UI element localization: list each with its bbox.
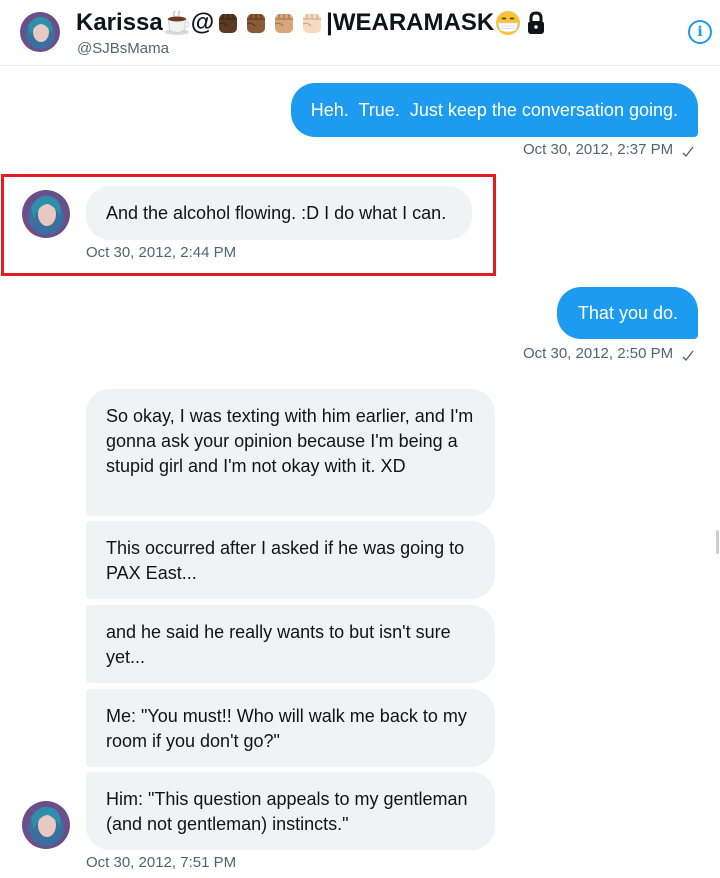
info-icon[interactable]: i bbox=[688, 20, 712, 44]
fist-light-icon bbox=[299, 10, 325, 36]
message-text: And the alcohol flowing. :D I do what I … bbox=[106, 202, 447, 223]
message-text: So okay, I was texting with him earlier,… bbox=[106, 406, 474, 476]
name-pipe-separator: | bbox=[326, 9, 333, 36]
checkmark-icon bbox=[682, 350, 694, 362]
display-name-row[interactable]: Karissa @ | WEARAMASK bbox=[76, 6, 550, 40]
face-with-mask-icon bbox=[495, 10, 521, 36]
coffee-cup-icon bbox=[164, 10, 190, 36]
name-at-separator: @ bbox=[190, 9, 215, 36]
display-name-suffix: WEARAMASK bbox=[332, 9, 495, 36]
header-avatar[interactable] bbox=[20, 12, 60, 52]
message-text: Me: "You must!! Who will walk me back to… bbox=[106, 706, 467, 751]
message-timestamp: Oct 30, 2012, 2:50 PM bbox=[523, 345, 674, 362]
message-timestamp: Oct 30, 2012, 2:44 PM bbox=[86, 244, 237, 261]
lock-icon bbox=[523, 10, 549, 36]
message-bubble-incoming[interactable]: So okay, I was texting with him earlier,… bbox=[86, 389, 495, 516]
fist-medium-dark-icon bbox=[243, 10, 269, 36]
sender-avatar[interactable] bbox=[22, 190, 70, 238]
conversation-header: Karissa @ | WEARAMASK @SJBsMama i bbox=[0, 0, 720, 66]
user-handle: @SJBsMama bbox=[77, 40, 169, 57]
message-text: Heh. True. Just keep the conversation go… bbox=[310, 99, 678, 120]
message-bubble-incoming[interactable]: And the alcohol flowing. :D I do what I … bbox=[86, 186, 472, 240]
message-bubble-incoming[interactable]: Him: "This question appeals to my gentle… bbox=[86, 772, 495, 850]
message-timestamp: Oct 30, 2012, 7:51 PM bbox=[86, 854, 237, 871]
sender-avatar[interactable] bbox=[22, 801, 70, 849]
message-bubble-incoming[interactable]: and he said he really wants to but isn't… bbox=[86, 605, 495, 683]
message-bubble-incoming[interactable]: This occurred after I asked if he was go… bbox=[86, 521, 495, 599]
message-timestamp: Oct 30, 2012, 2:37 PM bbox=[523, 141, 674, 158]
message-bubble-outgoing[interactable]: That you do. bbox=[557, 287, 698, 339]
scrollbar-thumb[interactable] bbox=[716, 530, 719, 554]
checkmark-icon bbox=[682, 146, 694, 158]
message-text: This occurred after I asked if he was go… bbox=[106, 538, 465, 583]
message-text: and he said he really wants to but isn't… bbox=[106, 622, 451, 667]
fist-medium-icon bbox=[271, 10, 297, 36]
display-name: Karissa bbox=[76, 9, 163, 36]
message-text: That you do. bbox=[577, 302, 678, 323]
message-bubble-outgoing[interactable]: Heh. True. Just keep the conversation go… bbox=[291, 83, 698, 137]
message-text: Him: "This question appeals to my gentle… bbox=[106, 789, 468, 834]
fist-dark-icon bbox=[215, 10, 241, 36]
message-bubble-incoming[interactable]: Me: "You must!! Who will walk me back to… bbox=[86, 689, 495, 767]
